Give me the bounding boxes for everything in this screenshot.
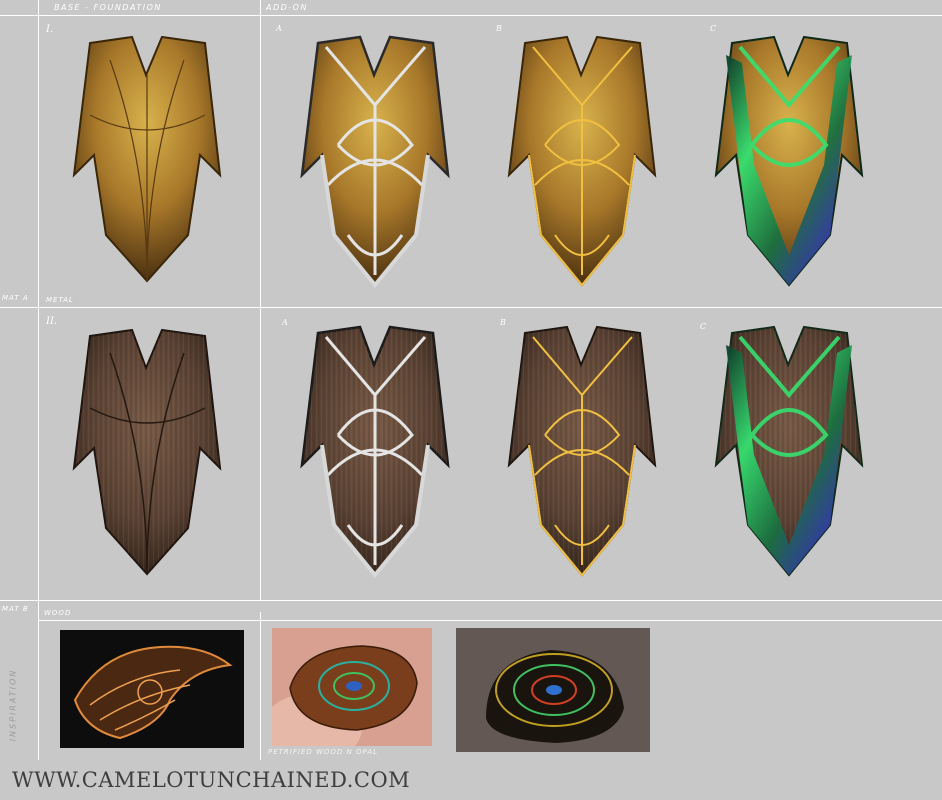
row-1-material-name: METAL: [46, 296, 74, 304]
bracer-wood-gold-addon: [507, 325, 657, 577]
row-2-material-name: WOOD: [44, 609, 72, 617]
row-1-material-tag: MAT A: [2, 294, 29, 302]
filigree-gauntlet-photo: [60, 630, 244, 748]
column-label-base: BASE - FOUNDATION: [54, 3, 162, 12]
grid-line-left: [38, 0, 39, 760]
grid-line-inspiration-split: [260, 612, 261, 760]
grid-line-top: [0, 15, 942, 16]
row-2-roman: II.: [46, 316, 58, 327]
row-1-letter-b: B: [496, 24, 502, 33]
concept-sheet: BASE - FOUNDATION ADD-ON I. A B C MAT A …: [0, 0, 942, 800]
row-1-letter-a: A: [276, 24, 282, 33]
bracer-wood-silver-addon: [300, 325, 450, 579]
site-url: WWW.CAMELOTUNCHAINED.COM: [12, 768, 411, 792]
inspiration-label: INSPIRATION: [8, 668, 18, 742]
grid-line-row-divider: [0, 307, 942, 308]
row-1-roman: I.: [46, 24, 54, 35]
inspiration-caption: PETRIFIED WOOD N OPAL: [268, 748, 379, 756]
grid-line-addon: [260, 0, 261, 600]
petrified-wood-opal-stone-photo: [456, 628, 650, 752]
row-2-letter-c: C: [700, 322, 707, 331]
bracer-wood-opal-addon: [714, 325, 864, 577]
row-1-letter-c: C: [710, 24, 717, 33]
bracer-metal-opal-addon: [714, 35, 864, 287]
row-2-material-tag: MAT B: [2, 605, 29, 613]
bracer-metal-silver-addon: [300, 35, 450, 289]
bracer-wood-base: [72, 328, 222, 576]
row-2-letter-a: A: [282, 318, 288, 327]
bracer-metal-gold-addon: [507, 35, 657, 287]
grid-line-mat-b: [0, 600, 942, 601]
petrified-wood-opal-in-hand-photo: [272, 628, 432, 746]
bracer-metal-base: [72, 35, 222, 283]
column-label-addon: ADD-ON: [266, 3, 308, 12]
grid-line-inspiration: [38, 620, 942, 621]
